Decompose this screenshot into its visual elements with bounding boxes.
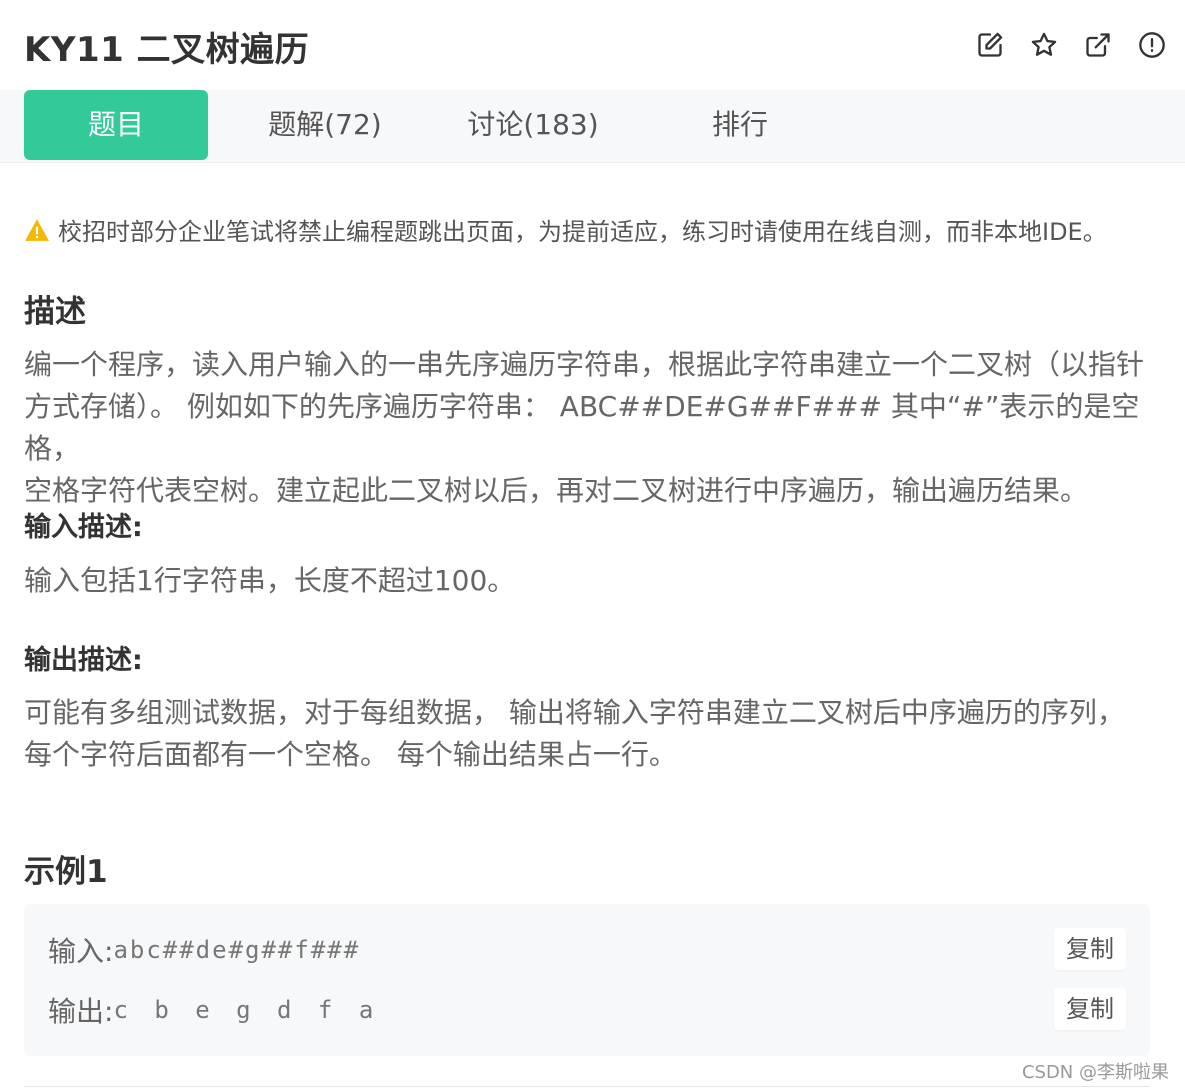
output-desc-heading: 输出描述:	[24, 645, 143, 676]
copy-output-button[interactable]: 复制	[1054, 988, 1126, 1030]
tab-bar: 题目 题解(72) 讨论(183) 排行	[0, 90, 1185, 163]
output-desc-line: 每个字符后面都有一个空格。 每个输出结果占一行。	[24, 738, 677, 771]
example-output-label: 输出:	[48, 995, 114, 1028]
problem-title: KY11 二叉树遍历	[24, 30, 310, 70]
output-desc-text: 可能有多组测试数据，对于每组数据， 输出将输入字符串建立二叉树后中序遍历的序列，…	[24, 692, 1154, 776]
output-desc-line: 可能有多组测试数据，对于每组数据， 输出将输入字符串建立二叉树后中序遍历的序列，	[24, 696, 1125, 729]
notice-banner: 校招时部分企业笔试将禁止编程题跳出页面，为提前适应，练习时请使用在线自测，而非本…	[24, 212, 1107, 247]
report-icon[interactable]	[1137, 30, 1167, 60]
example-heading: 示例1	[24, 854, 108, 890]
description-line: 编一个程序，读入用户输入的一串先序遍历字符串，根据此字符串建立一个二叉树（以指针	[24, 348, 1145, 381]
description-text: 编一个程序，读入用户输入的一串先序遍历字符串，根据此字符串建立一个二叉树（以指针…	[24, 344, 1154, 512]
header-actions	[975, 30, 1167, 60]
example-output-row: 输出: c b e g d f a	[48, 990, 379, 1030]
watermark: CSDN @李斯啦果	[1021, 1062, 1169, 1083]
star-icon[interactable]	[1029, 30, 1059, 60]
tab-solutions[interactable]: 题解(72)	[240, 90, 410, 160]
example-input-row: 输入: abc##de#g##f###	[48, 930, 360, 970]
description-line: 方式存储）。 例如如下的先序遍历字符串： ABC##DE#G##F### 其中“…	[24, 390, 1140, 465]
example-box: 输入: abc##de#g##f### 复制 输出: c b e g d f a…	[24, 904, 1150, 1056]
page-header: KY11 二叉树遍历	[0, 0, 1185, 90]
notice-text: 校招时部分企业笔试将禁止编程题跳出页面，为提前适应，练习时请使用在线自测，而非本…	[58, 218, 1107, 246]
input-desc-text: 输入包括1行字符串，长度不超过100。	[24, 564, 516, 597]
copy-input-button[interactable]: 复制	[1054, 928, 1126, 970]
tab-problem[interactable]: 题目	[24, 90, 208, 160]
warning-icon	[25, 218, 49, 241]
divider	[24, 1086, 1150, 1087]
input-desc-heading: 输入描述:	[24, 512, 143, 543]
description-line: 空格字符代表空树。建立起此二叉树以后，再对二叉树进行中序遍历，输出遍历结果。	[24, 474, 1089, 507]
tab-ranking[interactable]: 排行	[680, 90, 800, 160]
edit-icon[interactable]	[975, 30, 1005, 60]
example-output-value: c b e g d f a	[113, 996, 380, 1024]
example-input-value: abc##de#g##f###	[113, 936, 361, 964]
example-input-label: 输入:	[48, 935, 114, 968]
tab-discussion[interactable]: 讨论(183)	[450, 90, 616, 160]
share-icon[interactable]	[1083, 30, 1113, 60]
description-heading: 描述	[24, 294, 86, 330]
